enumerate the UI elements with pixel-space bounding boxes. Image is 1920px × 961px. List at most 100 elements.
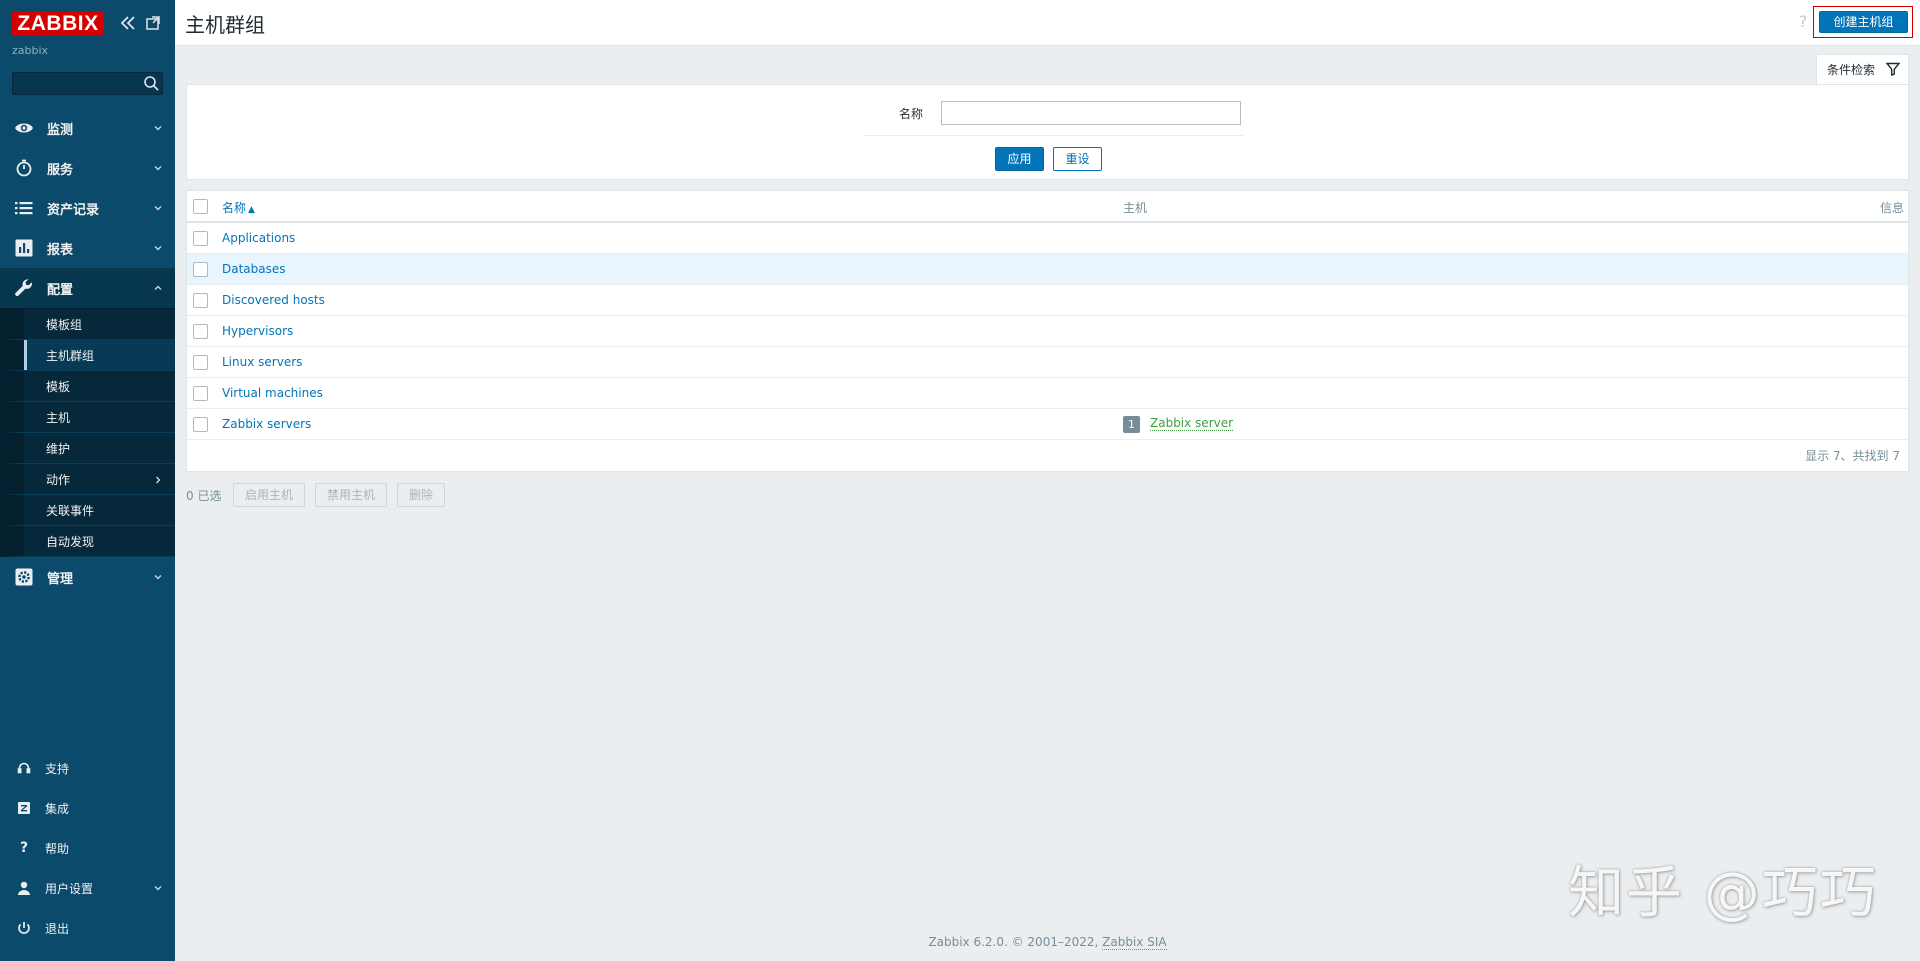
selected-count: 0 已选 (186, 489, 222, 503)
user-icon (16, 880, 32, 896)
table-row: Hypervisors (187, 316, 1908, 347)
host-group-link[interactable]: Virtual machines (222, 386, 323, 400)
menu-inventory[interactable]: 资产记录 (0, 188, 175, 228)
chevron-down-icon (153, 202, 163, 212)
row-checkbox[interactable] (193, 355, 208, 370)
power-icon (16, 920, 32, 936)
menu-user-settings-label: 用户设置 (45, 881, 94, 896)
sidebar: ZABBIX zabbix 监测 服务 资产记录 报表 配置 模板组 主机群组 … (0, 0, 175, 961)
row-checkbox[interactable] (193, 386, 208, 401)
logo-row: ZABBIX (12, 11, 164, 37)
table-row: Virtual machines (187, 378, 1908, 409)
bottom-menu: 支持 集成 ? 帮助 用户设置 退出 (0, 748, 175, 948)
chevron-right-icon (153, 474, 163, 484)
configuration-submenu: 模板组 主机群组 模板 主机 维护 动作 关联事件 自动发现 (0, 308, 175, 557)
host-group-link[interactable]: Databases (222, 262, 286, 276)
submenu-templates[interactable]: 模板 (0, 371, 175, 402)
host-group-link[interactable]: Linux servers (222, 355, 302, 369)
main-menu: 监测 服务 资产记录 报表 配置 模板组 主机群组 模板 主机 维护 动作 关联… (0, 108, 175, 597)
menu-user-settings[interactable]: 用户设置 (0, 868, 175, 908)
menu-reports[interactable]: 报表 (0, 228, 175, 268)
menu-integrations[interactable]: 集成 (0, 788, 175, 828)
watermark: 知乎 @巧巧 (1568, 861, 1878, 926)
menu-support[interactable]: 支持 (0, 748, 175, 788)
table-stats: 显示 7、共找到 7 (1805, 449, 1900, 463)
server-name: zabbix (12, 44, 49, 57)
enable-hosts-button[interactable]: 启用主机 (233, 483, 305, 507)
reset-button[interactable]: 重设 (1053, 147, 1102, 171)
submenu-event-correlation[interactable]: 关联事件 (0, 495, 175, 526)
filter-divider (864, 135, 1244, 136)
menu-reports-label: 报表 (47, 242, 74, 258)
question-icon: ? (19, 840, 29, 856)
submenu-host-groups[interactable]: 主机群组 (0, 340, 175, 371)
submenu-actions[interactable]: 动作 (0, 464, 175, 495)
table-row: Discovered hosts (187, 285, 1908, 316)
chevron-down-icon (153, 242, 163, 252)
host-group-link[interactable]: Hypervisors (222, 324, 293, 338)
row-checkbox[interactable] (193, 324, 208, 339)
host-link[interactable]: Zabbix server (1150, 417, 1234, 431)
menu-administration[interactable]: 管理 (0, 557, 175, 597)
menu-services[interactable]: 服务 (0, 148, 175, 188)
host-group-link[interactable]: Zabbix servers (222, 417, 311, 431)
kiosk-mode-icon[interactable] (143, 13, 163, 33)
column-hosts-header: 主机 (1123, 201, 1148, 215)
wrench-icon (14, 278, 34, 298)
chevron-down-icon (153, 162, 163, 172)
row-checkbox[interactable] (193, 231, 208, 246)
menu-sign-out[interactable]: 退出 (0, 908, 175, 948)
zabbix-logo[interactable]: ZABBIX (12, 11, 104, 36)
create-host-group-button[interactable]: 创建主机组 (1819, 11, 1908, 33)
sidebar-search-input[interactable] (13, 73, 137, 94)
page-footer: Zabbix 6.2.0. © 2001–2022, Zabbix SIA (175, 935, 1920, 950)
search-icon[interactable] (143, 75, 160, 92)
copyright-text: Zabbix 6.2.0. © 2001–2022, (928, 935, 1099, 949)
column-info-header: 信息 (1879, 201, 1904, 215)
submenu-hosts[interactable]: 主机 (0, 402, 175, 433)
column-name-header[interactable]: 名称 ▲ (222, 199, 255, 216)
host-group-link[interactable]: Applications (222, 231, 295, 245)
filter-icon (1885, 62, 1901, 77)
headset-icon (16, 760, 32, 776)
collapse-sidebar-icon[interactable] (118, 13, 138, 33)
table-row: Applications (187, 223, 1908, 254)
submenu-actions-label: 动作 (46, 472, 71, 487)
table-row: Databases (187, 254, 1908, 285)
menu-help-label: 帮助 (45, 841, 70, 856)
submenu-template-groups[interactable]: 模板组 (0, 309, 175, 340)
apply-button[interactable]: 应用 (995, 147, 1044, 171)
filter-name-input[interactable] (941, 101, 1241, 125)
submenu-maintenance[interactable]: 维护 (0, 433, 175, 464)
table-row: Linux servers (187, 347, 1908, 378)
menu-monitoring[interactable]: 监测 (0, 108, 175, 148)
company-link[interactable]: Zabbix SIA (1102, 935, 1167, 950)
sidebar-search (12, 72, 163, 95)
host-group-link[interactable]: Discovered hosts (222, 293, 325, 307)
delete-button[interactable]: 删除 (397, 483, 445, 507)
chevron-down-icon (153, 882, 163, 892)
page-header: 主机群组 ? 创建主机组 (175, 0, 1920, 46)
column-name-label: 名称 (222, 201, 247, 215)
table-row: Zabbix servers 1 Zabbix server (187, 409, 1908, 440)
menu-help[interactable]: ? 帮助 (0, 828, 175, 868)
row-checkbox[interactable] (193, 417, 208, 432)
menu-sign-out-label: 退出 (45, 921, 70, 936)
gear-icon (14, 567, 34, 587)
row-checkbox[interactable] (193, 293, 208, 308)
help-icon[interactable]: ? (1796, 12, 1810, 31)
host-groups-table: 名称 ▲ 主机 信息 Applications Databases Discove… (186, 190, 1909, 472)
zabbix-z-icon (16, 800, 32, 816)
menu-configuration[interactable]: 配置 (0, 268, 175, 308)
disable-hosts-button[interactable]: 禁用主机 (315, 483, 387, 507)
filter-tab[interactable]: 条件检索 (1816, 54, 1909, 84)
chevron-up-icon (153, 282, 163, 292)
submenu-discovery[interactable]: 自动发现 (0, 526, 175, 557)
menu-support-label: 支持 (45, 761, 70, 776)
chevron-down-icon (153, 122, 163, 132)
page-title: 主机群组 (185, 13, 265, 37)
menu-integrations-label: 集成 (45, 801, 70, 816)
select-all-checkbox[interactable] (193, 199, 208, 214)
row-checkbox[interactable] (193, 262, 208, 277)
sort-ascending-icon: ▲ (248, 205, 255, 215)
